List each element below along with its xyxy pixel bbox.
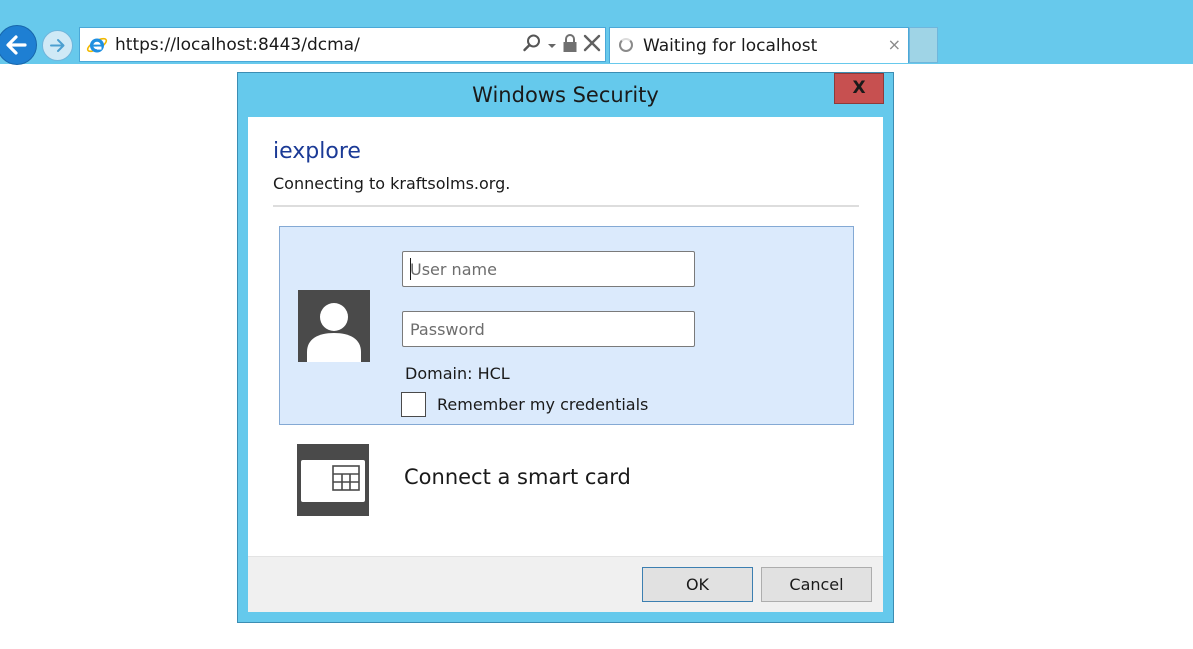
windows-security-dialog: Windows Security X iexplore Connecting t… [237, 72, 894, 623]
close-icon [583, 34, 601, 52]
lock-icon [563, 34, 577, 52]
dialog-title: Windows Security [472, 83, 659, 107]
stop-button[interactable] [583, 34, 601, 56]
domain-label: Domain: HCL [405, 364, 510, 383]
dialog-body: iexplore Connecting to kraftsolms.org. D… [248, 117, 883, 612]
lock-button[interactable] [562, 33, 578, 57]
address-text[interactable]: https://localhost:8443/dcma/ [115, 35, 360, 55]
search-icon [523, 34, 540, 52]
ok-button[interactable]: OK [642, 567, 753, 602]
dialog-close-button[interactable]: X [834, 73, 884, 104]
smart-card-icon[interactable] [297, 444, 369, 516]
app-name: iexplore [273, 139, 361, 164]
address-tools [517, 34, 601, 56]
spinner-icon [619, 38, 633, 52]
smart-card-option[interactable]: Connect a smart card [404, 465, 631, 489]
new-tab-button[interactable] [909, 27, 938, 63]
cancel-button[interactable]: Cancel [761, 567, 872, 602]
divider [273, 205, 859, 207]
password-input[interactable] [402, 311, 695, 347]
back-button[interactable] [0, 25, 37, 65]
address-bar[interactable]: https://localhost:8443/dcma/ [79, 27, 606, 62]
user-avatar-icon [298, 290, 370, 362]
browser-toolbar: https://localhost:8443/dcma/ Waiting for… [0, 0, 1193, 65]
remember-checkbox[interactable] [401, 392, 426, 417]
forward-button[interactable] [42, 30, 73, 61]
credential-tile[interactable]: Domain: HCL Remember my credentials [279, 226, 854, 425]
back-arrow-icon [6, 35, 27, 55]
connection-message: Connecting to kraftsolms.org. [273, 174, 511, 193]
remember-label[interactable]: Remember my credentials [437, 395, 648, 414]
browser-tab[interactable]: Waiting for localhost × [609, 27, 909, 63]
dialog-footer: OK Cancel [248, 556, 883, 612]
tab-title: Waiting for localhost [643, 36, 818, 56]
forward-arrow-icon [50, 39, 65, 52]
tab-close-button[interactable]: × [888, 36, 901, 54]
chevron-down-icon [548, 43, 556, 48]
search-button[interactable] [522, 33, 542, 57]
dropdown-button[interactable] [547, 36, 557, 55]
username-input[interactable] [402, 251, 695, 287]
ie-logo-icon [86, 37, 108, 53]
text-caret [410, 258, 411, 280]
